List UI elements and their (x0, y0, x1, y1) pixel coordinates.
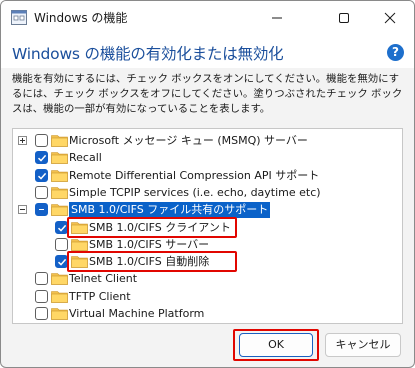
folder-icon (51, 187, 68, 199)
checkbox-partial[interactable] (35, 203, 48, 217)
tree-item[interactable] (13, 321, 402, 323)
checkbox-unchecked[interactable] (35, 134, 48, 147)
checkmark-icon (37, 172, 47, 180)
folder-icon (51, 290, 68, 303)
tree-item-label: TFTP Client (69, 289, 131, 303)
folder-icon (51, 308, 68, 320)
minimize-button[interactable] (254, 1, 300, 34)
maximize-icon (339, 13, 349, 23)
tree-item-label: Virtual Machine Platform (69, 307, 205, 320)
features-tree[interactable]: Microsoft メッセージ キュー (MSMQ) サーバー Recall Rem… (12, 128, 403, 324)
tree-item-label: Remote Differential Compression API サポート (69, 168, 320, 182)
checkbox-unchecked[interactable] (35, 307, 48, 320)
description-text: 機能を有効にするには、チェック ボックスをオンにしてください。機能を無効にするに… (12, 73, 403, 115)
expand-icon[interactable] (18, 136, 27, 145)
tree-item-label: Simple TCPIP services (i.e. echo, daytim… (69, 185, 321, 199)
header-area: Windows の機能の有効化または無効化 (1, 34, 414, 68)
minimize-icon (272, 17, 282, 19)
page-title: Windows の機能の有効化または無効化 (12, 45, 284, 63)
checkbox-unchecked[interactable] (35, 185, 48, 199)
folder-icon (51, 135, 68, 147)
tree-item-label: Microsoft メッセージ キュー (MSMQ) サーバー (69, 134, 308, 147)
ok-button[interactable]: OK (239, 333, 313, 357)
folder-icon (71, 238, 88, 251)
window-title: Windows の機能 (34, 11, 128, 25)
title-bar[interactable]: Windows の機能 (1, 1, 414, 34)
checkbox-unchecked[interactable] (55, 237, 68, 251)
tree-item-label: SMB 1.0/CIFS ファイル共有のサポート (69, 202, 271, 219)
tree-item-label: Recall (69, 151, 102, 165)
collapse-icon[interactable] (18, 205, 27, 215)
checkbox-checked[interactable] (35, 168, 48, 182)
folder-icon (51, 169, 68, 182)
checkmark-icon (37, 155, 47, 162)
cancel-button[interactable]: キャンセル (325, 333, 401, 357)
checkbox-checked[interactable] (35, 151, 48, 165)
close-icon (384, 12, 396, 24)
windows-features-dialog: Windows の機能 Windows の機能の有効化または無効化 ? 機能を有… (0, 0, 415, 368)
checkbox-unchecked[interactable] (35, 289, 48, 303)
tree-item-label: Telnet Client (69, 272, 138, 286)
help-icon[interactable]: ? (387, 44, 404, 61)
checkbox-unchecked[interactable] (35, 272, 48, 286)
folder-icon (51, 204, 68, 216)
folder-icon (51, 152, 68, 165)
checkmark-icon (57, 224, 67, 232)
maximize-button[interactable] (321, 1, 367, 34)
windows-features-icon (11, 10, 27, 25)
checkmark-icon (57, 258, 67, 266)
close-button[interactable] (367, 1, 413, 34)
folder-icon (51, 273, 68, 286)
